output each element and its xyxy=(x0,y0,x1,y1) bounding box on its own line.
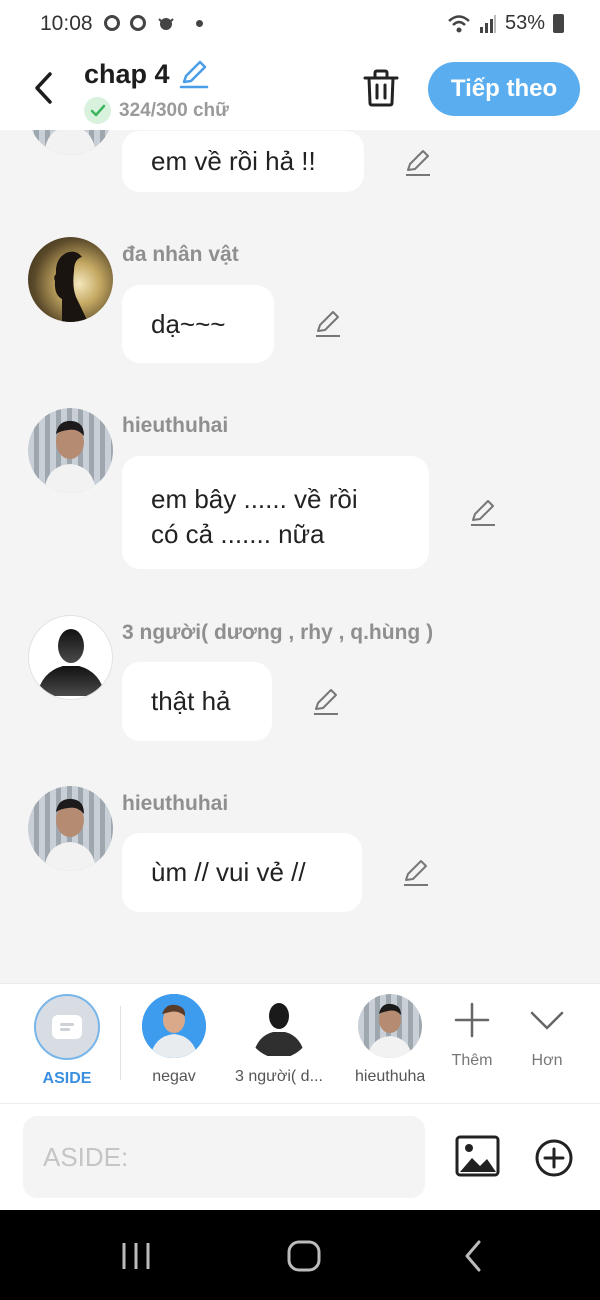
battery-percent: 53% xyxy=(504,12,545,34)
message-text: ùm // vui vẻ // xyxy=(151,857,306,887)
speaker-name: hieuthuhai xyxy=(122,414,229,437)
message-text: em về rồi hả !! xyxy=(151,146,316,176)
character-label: negav xyxy=(152,1068,196,1085)
avatar xyxy=(246,994,311,1058)
chrome-icon xyxy=(104,15,120,31)
character-aside[interactable]: ASIDE xyxy=(34,994,100,1088)
title-row: chap 4 xyxy=(84,58,210,90)
nav-back-button[interactable] xyxy=(458,1238,488,1274)
chat-area[interactable]: em về rồi hả !! đa nhân vật dạ~~~ hieuth… xyxy=(0,130,600,983)
input-bar xyxy=(0,1103,600,1210)
add-circle-icon[interactable] xyxy=(534,1138,574,1178)
more-notifications-dot xyxy=(196,19,203,27)
message-text: dạ~~~ xyxy=(151,308,226,339)
chevron-left-icon xyxy=(35,72,52,104)
chrome-icon-2 xyxy=(130,15,146,31)
status-bar: 10:08 53% xyxy=(0,0,600,50)
avatar[interactable] xyxy=(28,408,113,493)
edit-message-icon[interactable] xyxy=(401,858,431,888)
wifi-icon xyxy=(448,14,470,32)
page-title: chap 4 xyxy=(84,58,170,89)
chevron-down-icon xyxy=(527,1000,567,1040)
word-count: 324/300 chữ xyxy=(119,99,229,121)
recent-apps-button[interactable] xyxy=(118,1238,154,1274)
status-time: 10:08 xyxy=(40,12,93,35)
add-character-button[interactable]: Thêm xyxy=(442,1000,502,1070)
bug-icon xyxy=(158,18,174,30)
message-text: thật hả xyxy=(151,686,231,716)
speaker-name: đa nhân vật xyxy=(122,243,239,266)
character-negav[interactable]: negav xyxy=(142,994,206,1086)
back-button[interactable] xyxy=(24,64,64,112)
back-arrow-icon xyxy=(465,1240,481,1272)
home-icon xyxy=(287,1240,321,1272)
edit-title-icon[interactable] xyxy=(178,58,210,90)
notification-icons xyxy=(104,14,203,32)
message-bubble[interactable]: ùm // vui vẻ // xyxy=(122,833,362,912)
message-bubble[interactable]: em về rồi hả !! xyxy=(122,131,364,192)
character-label: hieuthuhai xyxy=(355,1068,425,1085)
message-bubble[interactable]: em bây ...... về rồi có cả ....... nữa xyxy=(122,456,429,569)
system-nav-bar xyxy=(0,1210,600,1300)
character-hieuthuhai[interactable]: hieuthuhai xyxy=(345,994,435,1086)
more-characters-button[interactable]: Hơn xyxy=(517,1000,577,1070)
home-button[interactable] xyxy=(284,1238,324,1274)
speaker-name: 3 người( dương , rhy , q.hùng ) xyxy=(122,621,434,644)
avatar[interactable] xyxy=(28,130,113,155)
character-label: ASIDE xyxy=(42,1070,92,1087)
avatar xyxy=(142,994,206,1058)
divider xyxy=(120,1006,121,1080)
battery-icon xyxy=(553,14,564,33)
message-text-line: em bây ...... về rồi xyxy=(151,484,358,514)
edit-message-icon[interactable] xyxy=(311,687,341,717)
message-bubble[interactable]: thật hả xyxy=(122,662,272,741)
next-button[interactable]: Tiếp theo xyxy=(428,62,580,116)
aside-icon xyxy=(34,994,100,1060)
character-3-nguoi[interactable]: 3 người( d... xyxy=(235,994,323,1086)
character-label: 3 người( d... xyxy=(235,1068,323,1085)
avatar[interactable] xyxy=(28,615,113,700)
image-icon[interactable] xyxy=(455,1135,500,1177)
edit-message-icon[interactable] xyxy=(313,309,343,339)
trash-icon[interactable] xyxy=(362,68,400,108)
avatar[interactable] xyxy=(28,786,113,871)
plus-icon xyxy=(452,1000,492,1040)
edit-message-icon[interactable] xyxy=(468,498,498,528)
more-label: Hơn xyxy=(531,1052,563,1069)
message-text-line: có cả ....... nữa xyxy=(151,519,325,549)
word-count-row: 324/300 chữ xyxy=(84,97,229,124)
status-right: 53% xyxy=(447,12,564,35)
edit-message-icon[interactable] xyxy=(403,148,433,178)
character-selector: ASIDE negav 3 người( d... hieuthuhai Thê… xyxy=(0,983,600,1103)
add-label: Thêm xyxy=(451,1052,493,1069)
header: chap 4 324/300 chữ Tiếp theo xyxy=(0,50,600,130)
recent-apps-icon xyxy=(122,1243,150,1269)
signal-icon xyxy=(479,14,496,33)
message-bubble[interactable]: dạ~~~ xyxy=(122,285,274,363)
aside-input[interactable] xyxy=(23,1116,425,1198)
avatar[interactable] xyxy=(28,237,113,322)
speaker-name: hieuthuhai xyxy=(122,792,229,815)
avatar xyxy=(358,994,422,1058)
check-icon xyxy=(84,97,111,124)
